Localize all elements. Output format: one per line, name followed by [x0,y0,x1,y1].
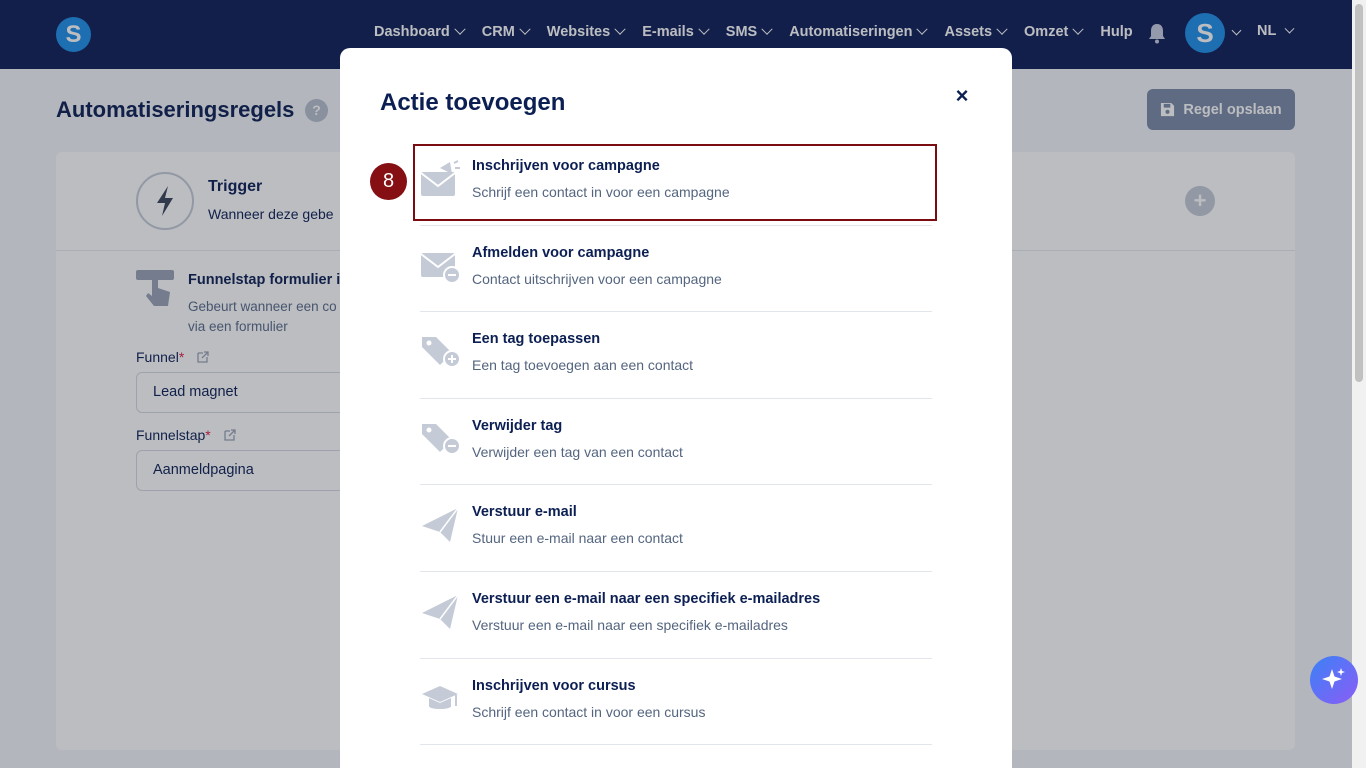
action-remove-tag[interactable]: Verwijder tag Verwijder een tag van een … [420,399,932,486]
paper-plane-icon [422,594,459,629]
ai-assistant-button[interactable] [1310,656,1358,704]
tag-plus-icon [422,337,461,369]
action-title: Verwijder tag [472,417,563,434]
action-description: Contact uitschrijven voor een campagne [472,270,722,287]
modal-title: Actie toevoegen [380,89,566,116]
action-description: Een tag toevoegen aan een contact [472,357,694,374]
action-description: Schrijf een contact in voor een cursus [472,703,706,720]
action-description: Stuur een e-mail naar een contact [472,530,683,547]
action-list: Inschrijven voor campagne Schrijf een co… [420,139,932,746]
graduation-cap-icon [422,685,458,709]
action-send-email[interactable]: Verstuur e-mail Stuur een e-mail naar ee… [420,485,932,572]
action-enroll-course[interactable]: Inschrijven voor cursus Schrijf een cont… [420,659,932,746]
sparkles-icon [1322,668,1345,689]
action-apply-tag[interactable]: Een tag toepassen Een tag toevoegen aan … [420,312,932,399]
step-highlight-box [413,144,937,221]
paper-plane-icon [422,507,459,543]
action-title: Verstuur een e-mail naar een specifiek e… [472,590,821,607]
mail-minus-icon [420,252,461,284]
action-send-email-specific[interactable]: Verstuur een e-mail naar een specifiek e… [420,572,932,659]
close-icon[interactable]: × [952,84,972,108]
tag-minus-icon [422,423,461,455]
step-badge: 8 [370,163,407,200]
scrollbar-thumb[interactable] [1355,4,1363,382]
action-description: Verwijder een tag van een contact [472,443,683,460]
action-description: Verstuur een e-mail naar een specifiek e… [472,616,788,633]
action-title: Afmelden voor campagne [472,244,650,261]
page-scrollbar[interactable] [1352,0,1366,768]
action-unsubscribe-campaign[interactable]: Afmelden voor campagne Contact uitschrij… [420,226,932,313]
action-title: Een tag toepassen [472,331,601,348]
action-title: Verstuur e-mail [472,504,577,521]
action-title: Inschrijven voor cursus [472,677,636,694]
